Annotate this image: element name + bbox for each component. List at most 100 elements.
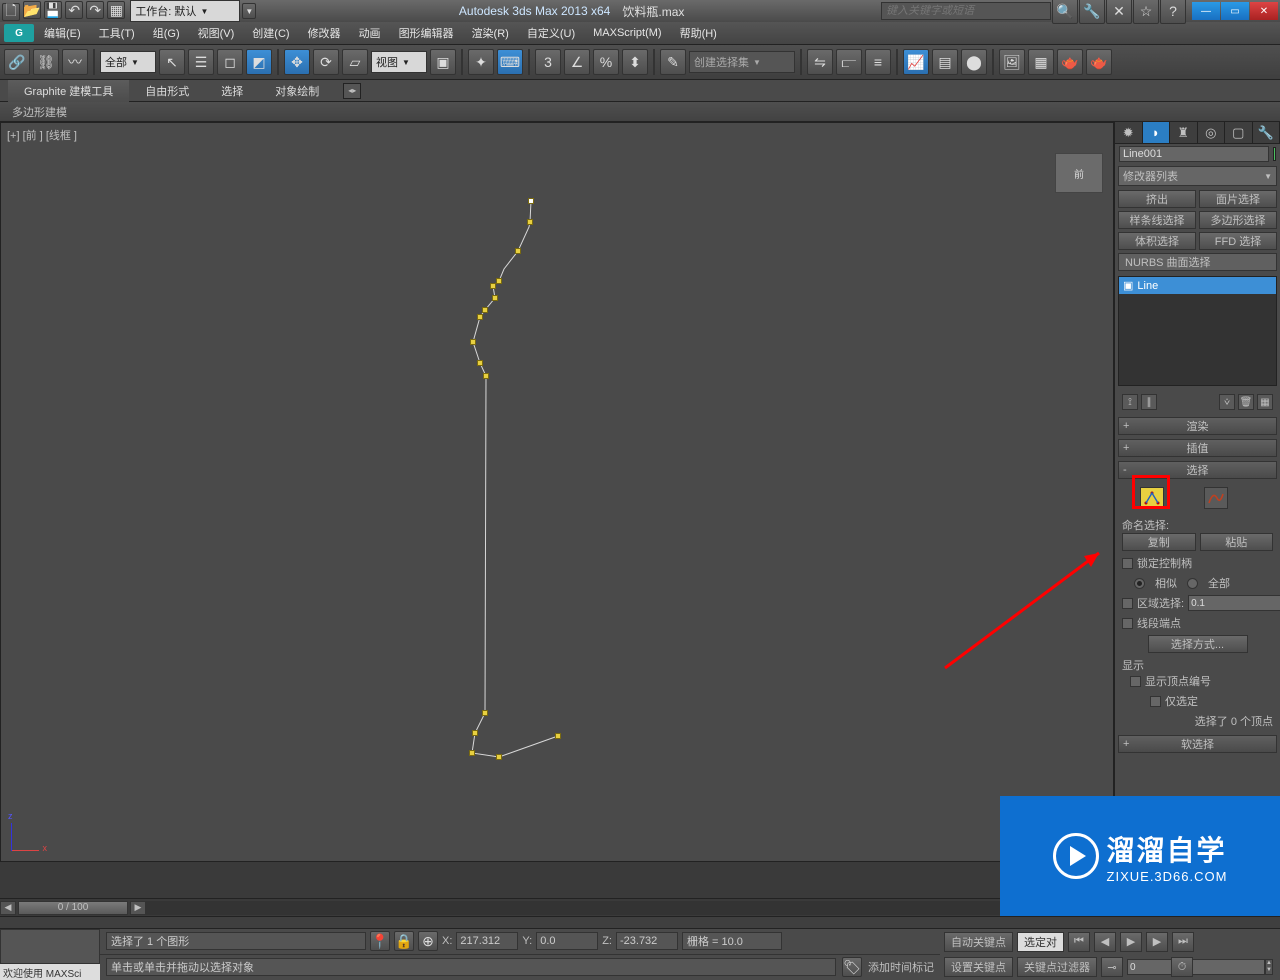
redo-icon[interactable]: ↷ [86,1,104,19]
time-config-icon[interactable]: ⏱ [1171,957,1193,977]
menu-maxscript[interactable]: MAXScript(M) [585,25,669,41]
mini-listener[interactable] [0,929,100,964]
ribbon-expand-icon[interactable]: ◂▸ [343,83,361,99]
rollout-softsel[interactable]: +软选择 [1118,735,1277,753]
select-by-button[interactable]: 选择方式... [1148,635,1248,653]
pin-stack-icon[interactable]: ⟟ [1122,394,1138,410]
vertex[interactable] [483,373,489,379]
vertex[interactable] [477,314,483,320]
prev-frame-icon[interactable]: ◀ [1094,932,1116,952]
menu-grapheditors[interactable]: 图形编辑器 [391,23,462,43]
config-mod-icon[interactable]: ▦ [1257,394,1273,410]
app-menu-icon[interactable]: G [4,24,34,42]
show-vertex-num-checkbox[interactable] [1130,676,1141,687]
percent-snap-icon[interactable]: % [593,49,619,75]
vertex[interactable] [469,750,475,756]
time-prev-icon[interactable]: ◀ [0,901,16,915]
mod-btn-extrude[interactable]: 挤出 [1118,190,1196,208]
render-setup-icon[interactable]: 🖼 [999,49,1025,75]
mirror-icon[interactable]: ⇋ [807,49,833,75]
coord-display-icon[interactable]: ⊕ [418,931,438,951]
vertex[interactable] [490,283,496,289]
select-link-icon[interactable]: 🔗 [4,49,30,75]
cp-tab-motion-icon[interactable]: ◎ [1198,122,1226,143]
manipulate-icon[interactable]: ✦ [468,49,494,75]
exchange-icon[interactable]: ✕ [1106,0,1132,24]
new-file-icon[interactable]: 🗋 [2,3,20,21]
select-object-icon[interactable]: ↖ [159,49,185,75]
use-center-icon[interactable]: ▣ [430,49,456,75]
time-next-icon[interactable]: ▶ [130,901,146,915]
object-color-swatch[interactable] [1273,147,1276,161]
vertex[interactable] [472,730,478,736]
lock-handles-checkbox[interactable] [1122,558,1133,569]
selected-obj-button[interactable]: 选定对 [1017,932,1064,952]
menu-animation[interactable]: 动画 [351,23,389,43]
cp-tab-modify-icon[interactable]: ◗ [1143,122,1171,143]
vertex[interactable] [492,295,498,301]
menu-view[interactable]: 视图(V) [190,23,243,43]
menu-tools[interactable]: 工具(T) [91,23,143,43]
layer-manager-icon[interactable]: ≡ [865,49,891,75]
ribbon-tab-graphite[interactable]: Graphite 建模工具 [8,80,129,102]
infocenter-search-icon[interactable]: 🔍 [1052,0,1078,24]
y-coord-input[interactable] [536,932,598,950]
select-by-name-icon[interactable]: ☰ [188,49,214,75]
workspace-more-icon[interactable]: ▼ [242,3,256,19]
ribbon-tab-freeform[interactable]: 自由形式 [129,80,205,102]
area-select-checkbox[interactable] [1122,598,1133,609]
named-selection-sets[interactable]: 创建选择集▼ [689,51,795,73]
scale-icon[interactable]: ▱ [342,49,368,75]
subscription-icon[interactable]: 🔧 [1079,0,1105,24]
track-bar[interactable] [0,916,1280,928]
window-crossing-icon[interactable]: ◩ [246,49,272,75]
vertex[interactable] [527,219,533,225]
open-file-icon[interactable]: 📂 [23,1,41,19]
stack-item-line[interactable]: ▣ Line [1119,277,1276,294]
ref-coord-system[interactable]: 视图▼ [371,51,427,73]
z-coord-input[interactable] [616,932,678,950]
auto-key-button[interactable]: 自动关键点 [944,932,1013,952]
menu-create[interactable]: 创建(C) [244,23,297,43]
keyboard-shortcut-icon[interactable]: ⌨ [497,49,523,75]
selection-filter[interactable]: 全部▼ [100,51,156,73]
menu-edit[interactable]: 编辑(E) [36,23,89,43]
unlink-icon[interactable]: ⛓ [33,49,59,75]
menu-customize[interactable]: 自定义(U) [519,23,583,43]
minimize-button[interactable]: — [1192,2,1220,20]
menu-modifiers[interactable]: 修改器 [300,23,349,43]
remove-mod-icon[interactable]: 🗑 [1238,394,1254,410]
menu-help[interactable]: 帮助(H) [672,23,725,43]
modifier-stack[interactable]: ▣ Line [1118,276,1277,386]
mod-btn-patchsel[interactable]: 面片选择 [1199,190,1277,208]
cp-tab-display-icon[interactable]: ▢ [1225,122,1253,143]
copy-selection-button[interactable]: 复制 [1122,533,1196,551]
edit-named-sets-icon[interactable]: ✎ [660,49,686,75]
show-end-icon[interactable]: ∥ [1141,394,1157,410]
goto-start-icon[interactable]: ⏮ [1068,932,1090,952]
search-input[interactable] [881,2,1051,20]
vertex[interactable] [496,754,502,760]
curve-editor-icon[interactable]: 📈 [903,49,929,75]
vertex[interactable] [496,278,502,284]
vertex[interactable] [528,198,534,204]
align-icon[interactable]: ⫍ [836,49,862,75]
cp-tab-create-icon[interactable]: ✹ [1115,122,1143,143]
add-time-tag-label[interactable]: 添加时间标记 [868,959,934,975]
next-frame-icon[interactable]: ▶ [1146,932,1168,952]
angle-snap-icon[interactable]: ∠ [564,49,590,75]
mod-btn-splinesel[interactable]: 样条线选择 [1118,211,1196,229]
viewport-label[interactable]: [+] [前 ] [线框 ] [7,127,77,143]
key-mode-icon[interactable]: ⊸ [1101,957,1123,977]
lock-selection-icon[interactable]: 🔒 [394,931,414,951]
bind-space-warp-icon[interactable]: 〰 [62,49,88,75]
cp-tab-utilities-icon[interactable]: 🔧 [1253,122,1280,143]
save-file-icon[interactable]: 💾 [44,1,62,19]
favorites-icon[interactable]: ☆ [1133,0,1159,24]
play-icon[interactable]: ▶ [1120,932,1142,952]
render-iterative-icon[interactable]: 🫖 [1086,49,1112,75]
current-frame-spinner[interactable]: ▲▼ [1127,959,1167,975]
expand-icon[interactable]: ▣ [1123,279,1133,292]
mod-btn-polysel[interactable]: 多边形选择 [1199,211,1277,229]
render-production-icon[interactable]: 🫖 [1057,49,1083,75]
